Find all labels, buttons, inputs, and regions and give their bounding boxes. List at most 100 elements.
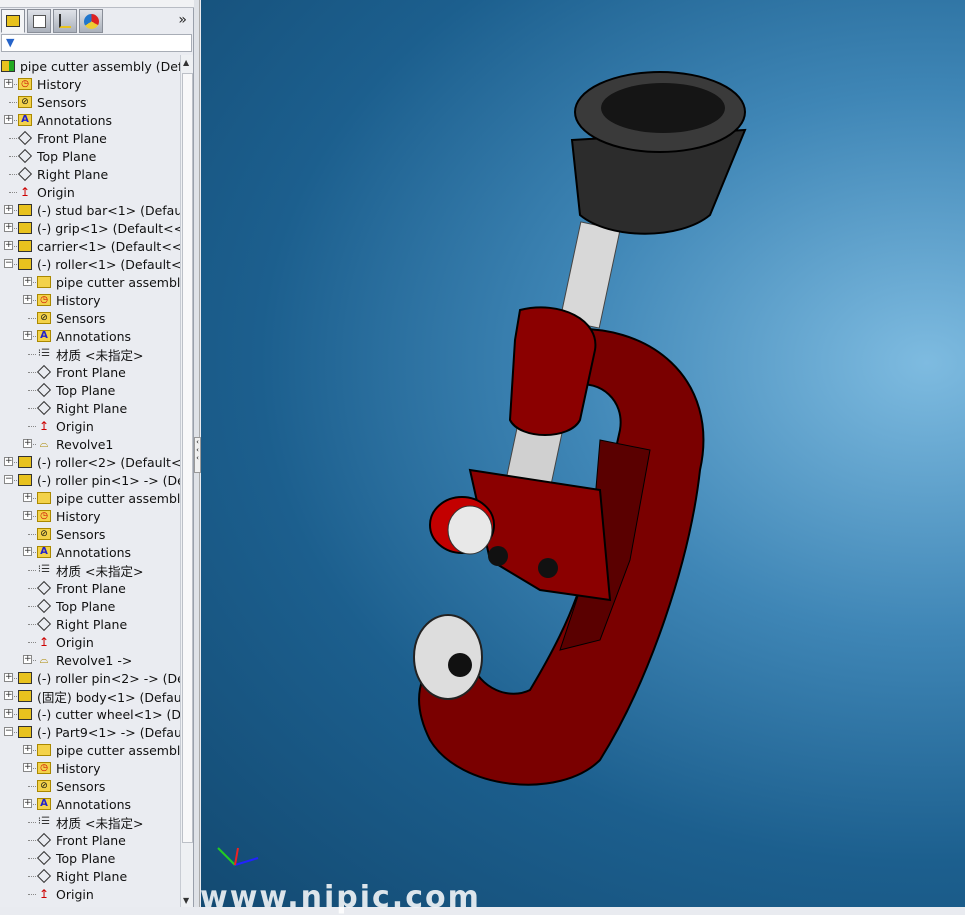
tree-item[interactable]: + ⌓ Revolve1 xyxy=(0,435,180,453)
expand-toggle[interactable]: + xyxy=(4,205,13,214)
expand-toggle[interactable]: + xyxy=(23,511,32,520)
tree-item[interactable]: ↥ Origin xyxy=(0,417,180,435)
expand-toggle[interactable]: + xyxy=(4,79,13,88)
tree-item[interactable]: + ◷ History xyxy=(0,291,180,309)
expand-toggle[interactable]: + xyxy=(23,547,32,556)
tree-item-label: Origin xyxy=(56,418,94,434)
expand-toggle[interactable]: + xyxy=(4,223,13,232)
tree-item[interactable]: + ⌓ Revolve1 -> xyxy=(0,651,180,669)
tree-item[interactable]: + pipe cutter assembly xyxy=(0,273,180,291)
tree-item[interactable]: Right Plane xyxy=(0,867,180,885)
expand-toggle[interactable]: + xyxy=(23,295,32,304)
tree-item[interactable]: − (-) roller pin<1> -> (Def xyxy=(0,471,180,489)
plane-icon xyxy=(17,148,33,163)
tree-item[interactable]: + pipe cutter assembly xyxy=(0,489,180,507)
collapse-toggle[interactable]: − xyxy=(4,727,13,736)
expand-toggle[interactable]: + xyxy=(23,745,32,754)
tree-item[interactable]: Front Plane xyxy=(0,831,180,849)
tree-connector xyxy=(9,174,17,175)
expand-toggle[interactable]: + xyxy=(4,709,13,718)
tree-item[interactable]: Top Plane xyxy=(0,849,180,867)
tree-item-label: (固定) body<1> (Default xyxy=(37,689,180,705)
tree-item[interactable]: + A Annotations xyxy=(0,327,180,345)
expand-toggle[interactable]: + xyxy=(23,331,32,340)
graphics-viewport[interactable] xyxy=(201,0,965,907)
expand-toggle[interactable]: + xyxy=(23,493,32,502)
tree-item[interactable]: ↥ Origin xyxy=(0,183,180,201)
tree-item[interactable]: + (-) roller pin<2> -> (Def xyxy=(0,669,180,687)
tree-item[interactable]: ⊘ Sensors xyxy=(0,525,180,543)
expand-toggle[interactable]: + xyxy=(4,241,13,250)
tree-item[interactable]: + A Annotations xyxy=(0,543,180,561)
tree-item[interactable]: + (固定) body<1> (Default xyxy=(0,687,180,705)
expand-toggle[interactable]: + xyxy=(4,691,13,700)
tab-property-manager[interactable] xyxy=(27,9,51,33)
tree-item[interactable]: Top Plane xyxy=(0,381,180,399)
part-icon xyxy=(17,724,33,739)
plane-icon xyxy=(36,364,52,379)
tree-item[interactable]: + (-) stud bar<1> (Default xyxy=(0,201,180,219)
tree-item[interactable]: Front Plane xyxy=(0,129,180,147)
tree-item[interactable]: ⊘ Sensors xyxy=(0,93,180,111)
collapse-toggle[interactable]: − xyxy=(4,259,13,268)
tab-configuration-manager[interactable] xyxy=(53,9,77,33)
more-tabs-button[interactable]: » xyxy=(178,12,187,28)
tree-connector xyxy=(28,822,36,823)
grip-knob-recess xyxy=(601,83,725,133)
tree-item[interactable]: + ◷ History xyxy=(0,507,180,525)
tree-item[interactable]: ↥ Origin xyxy=(0,885,180,903)
expand-toggle[interactable]: + xyxy=(23,439,32,448)
tree-item[interactable]: ↥ Origin xyxy=(0,633,180,651)
tree-item-label: (-) roller pin<1> -> (Def xyxy=(37,472,180,488)
tree-connector xyxy=(28,408,36,409)
tree-item[interactable]: + ◷ History xyxy=(0,75,180,93)
tree-item[interactable]: Right Plane xyxy=(0,399,180,417)
tree-item[interactable]: + A Annotations xyxy=(0,111,180,129)
expand-toggle[interactable]: + xyxy=(23,763,32,772)
tab-display-manager[interactable] xyxy=(79,9,103,33)
tab-feature-manager[interactable] xyxy=(1,9,25,33)
expand-toggle[interactable]: + xyxy=(4,673,13,682)
expand-toggle[interactable]: + xyxy=(4,457,13,466)
tree-item[interactable]: − (-) roller<1> (Default<< xyxy=(0,255,180,273)
tree-item[interactable]: + (-) grip<1> (Default<<D xyxy=(0,219,180,237)
tree-item[interactable]: Top Plane xyxy=(0,597,180,615)
tree-item[interactable]: − (-) Part9<1> -> (Default xyxy=(0,723,180,741)
tree-item[interactable]: Right Plane xyxy=(0,615,180,633)
filter-icon[interactable]: ▼ xyxy=(6,36,14,49)
tree-item[interactable]: ⊘ Sensors xyxy=(0,777,180,795)
tree-item[interactable]: ⌓Revolve1 xyxy=(0,903,180,908)
tree-item[interactable]: ⁝☰ 材质 <未指定> xyxy=(0,561,180,579)
filter-bar[interactable]: ▼ xyxy=(1,34,192,52)
tree-item[interactable]: Front Plane xyxy=(0,579,180,597)
tree-item[interactable]: + (-) cutter wheel<1> (Def xyxy=(0,705,180,723)
expand-toggle[interactable]: + xyxy=(4,115,13,124)
tree-item[interactable]: ⊘ Sensors xyxy=(0,309,180,327)
tree-item-label: 材质 <未指定> xyxy=(56,347,144,363)
tree-item[interactable]: + (-) roller<2> (Default<< xyxy=(0,453,180,471)
tree-item[interactable]: + pipe cutter assembly xyxy=(0,741,180,759)
tree-connector xyxy=(28,390,36,391)
tree-item[interactable]: + ◷ History xyxy=(0,759,180,777)
scroll-thumb[interactable] xyxy=(182,73,193,843)
expand-toggle[interactable]: + xyxy=(23,799,32,808)
tree-item[interactable]: ⁝☰ 材质 <未指定> xyxy=(0,813,180,831)
tree-item[interactable]: Top Plane xyxy=(0,147,180,165)
tree-item[interactable]: pipe cutter assembly (Defa xyxy=(0,57,180,75)
collapse-toggle[interactable]: − xyxy=(4,475,13,484)
tree-item[interactable]: Front Plane xyxy=(0,363,180,381)
tree-item[interactable]: Right Plane xyxy=(0,165,180,183)
part-icon xyxy=(17,220,33,235)
tree-scrollbar[interactable]: ▲ ▼ xyxy=(180,55,193,907)
tree-item[interactable]: + carrier<1> (Default<<D xyxy=(0,237,180,255)
tree-item[interactable]: ⁝☰ 材质 <未指定> xyxy=(0,345,180,363)
tree-item[interactable]: + A Annotations xyxy=(0,795,180,813)
tree-item-label: pipe cutter assembly (Defa xyxy=(20,58,180,74)
scroll-up-arrow[interactable]: ▲ xyxy=(183,58,189,67)
scroll-down-arrow[interactable]: ▼ xyxy=(183,896,189,905)
folder-icon xyxy=(36,742,52,757)
tree-connector xyxy=(9,156,17,157)
expand-toggle[interactable]: + xyxy=(23,655,32,664)
expand-toggle[interactable]: + xyxy=(23,277,32,286)
collapse-panel-handle[interactable]: ‹ ‹ ‹ xyxy=(194,437,201,473)
